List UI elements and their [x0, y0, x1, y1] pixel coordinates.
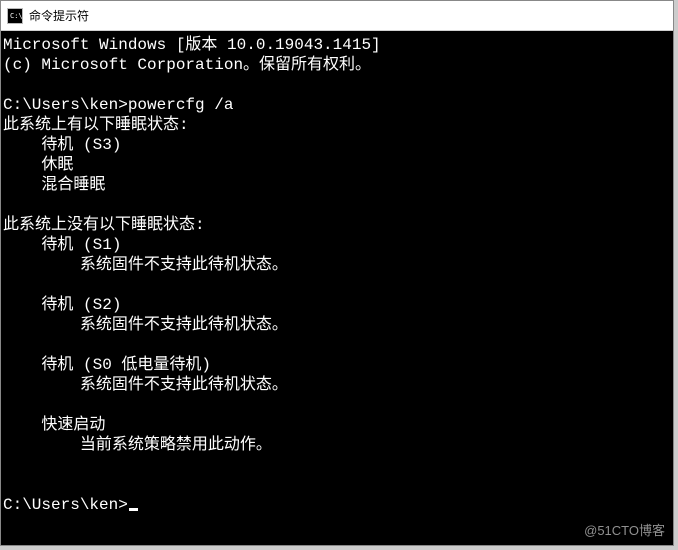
terminal-line: [3, 455, 671, 475]
terminal-line: [3, 275, 671, 295]
terminal-line: [3, 475, 671, 495]
terminal-line: 系统固件不支持此待机状态。: [3, 375, 671, 395]
titlebar[interactable]: C:\ 命令提示符: [1, 1, 673, 31]
terminal-line: [3, 335, 671, 355]
terminal-line: 系统固件不支持此待机状态。: [3, 315, 671, 335]
terminal-line: (c) Microsoft Corporation。保留所有权利。: [3, 55, 671, 75]
terminal-prompt[interactable]: C:\Users\ken>: [3, 495, 671, 515]
svg-text:C:\: C:\: [10, 12, 23, 20]
terminal-line: 待机 (S3): [3, 135, 671, 155]
terminal-output[interactable]: Microsoft Windows [版本 10.0.19043.1415](c…: [1, 31, 673, 545]
terminal-line: 休眠: [3, 155, 671, 175]
terminal-line: [3, 75, 671, 95]
terminal-line: C:\Users\ken>powercfg /a: [3, 95, 671, 115]
terminal-line: 混合睡眠: [3, 175, 671, 195]
terminal-line: [3, 395, 671, 415]
terminal-line: 此系统上有以下睡眠状态:: [3, 115, 671, 135]
terminal-line: 此系统上没有以下睡眠状态:: [3, 215, 671, 235]
terminal-line: 当前系统策略禁用此动作。: [3, 435, 671, 455]
terminal-line: 系统固件不支持此待机状态。: [3, 255, 671, 275]
cursor: [129, 508, 138, 511]
window-title: 命令提示符: [29, 7, 89, 24]
cmd-window: C:\ 命令提示符 Microsoft Windows [版本 10.0.190…: [0, 0, 674, 546]
terminal-line: 待机 (S2): [3, 295, 671, 315]
terminal-line: [3, 195, 671, 215]
cmd-icon: C:\: [7, 8, 23, 24]
terminal-line: 待机 (S1): [3, 235, 671, 255]
terminal-line: 快速启动: [3, 415, 671, 435]
terminal-line: Microsoft Windows [版本 10.0.19043.1415]: [3, 35, 671, 55]
terminal-line: 待机 (S0 低电量待机): [3, 355, 671, 375]
